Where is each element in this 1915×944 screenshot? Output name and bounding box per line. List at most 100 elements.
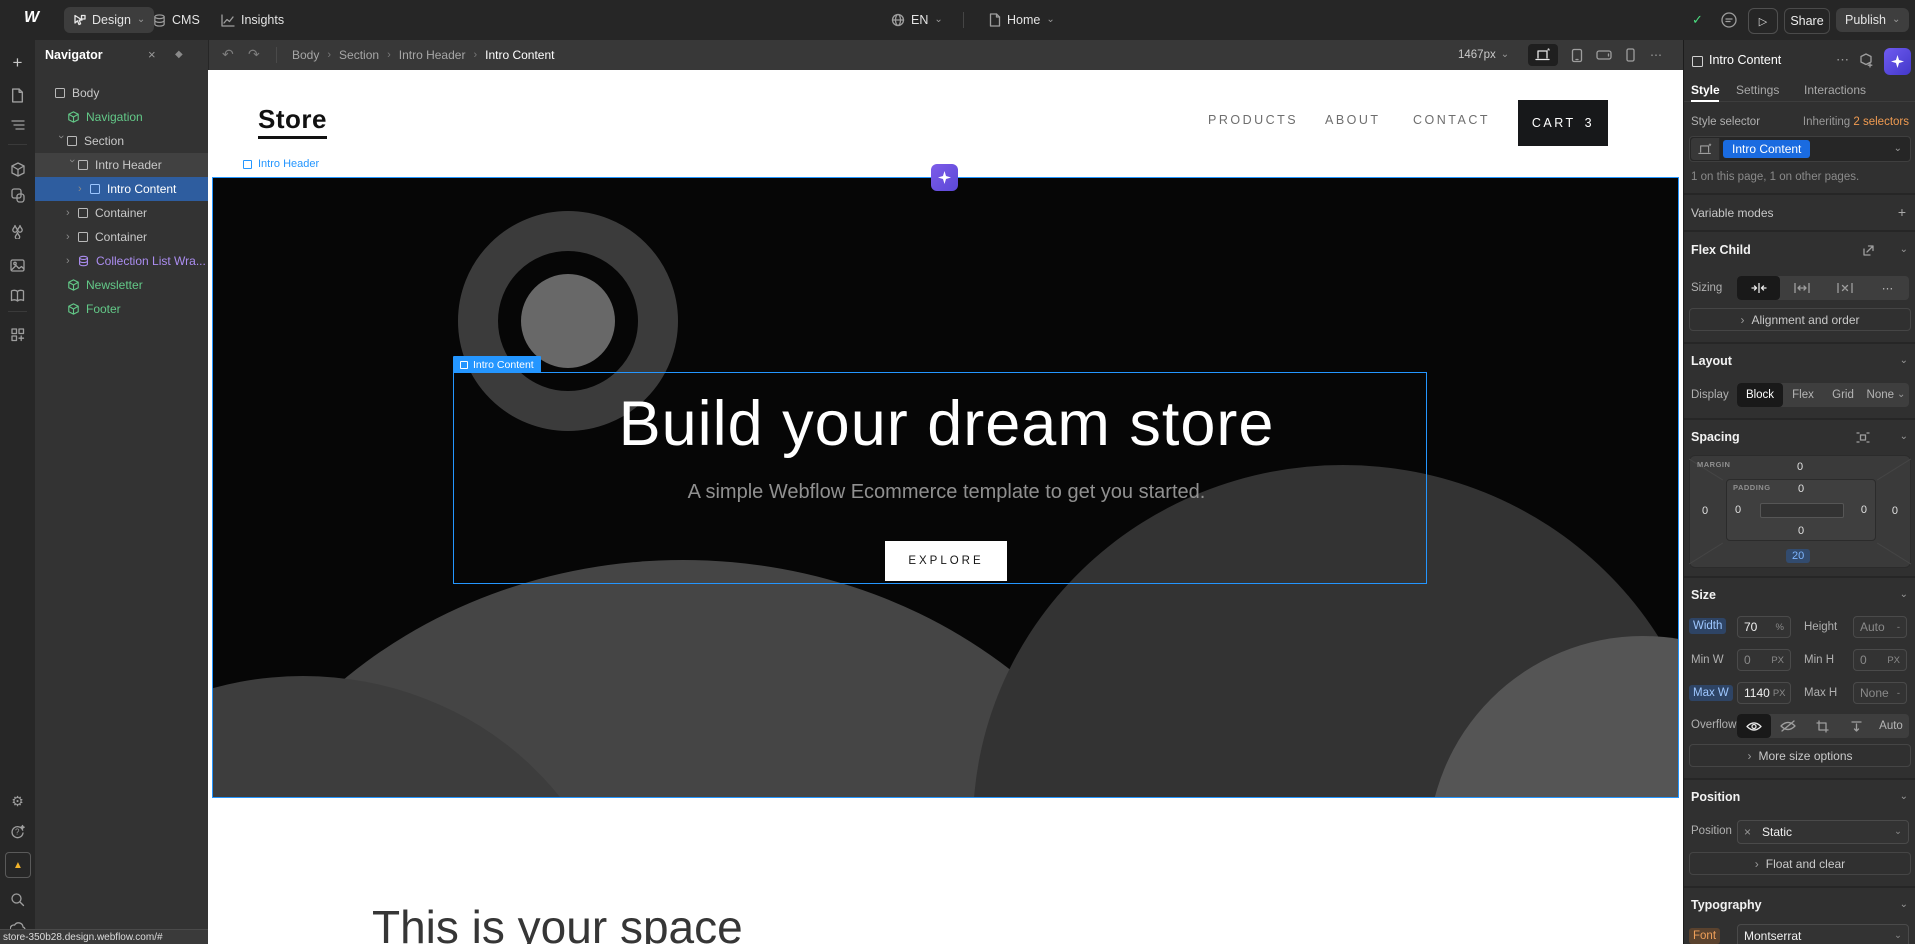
margin-top-value[interactable]: 0 [1690,461,1910,473]
chevron-down-icon[interactable]: ⌄ [1900,590,1908,600]
locale-switcher[interactable]: EN ⌄ [882,7,952,33]
hero-title[interactable]: Build your dream store [213,388,1679,460]
spacing-settings-icon[interactable] [1856,431,1870,444]
caret-collapsed-icon[interactable]: › [66,207,78,219]
width-input[interactable]: 70% [1737,616,1791,638]
section-heading[interactable]: This is your space [372,900,743,944]
select-parent-icon[interactable] [1862,244,1875,257]
navigator-icon[interactable] [0,114,35,136]
assets-icon[interactable] [0,254,35,276]
clear-icon[interactable]: × [1744,825,1751,839]
overflow-hidden-button[interactable] [1771,714,1805,738]
width-unit[interactable]: % [1776,622,1784,633]
webflow-logo[interactable]: W [24,9,39,27]
height-unit[interactable]: - [1897,622,1900,633]
padding-bottom-value[interactable]: 0 [1727,525,1875,537]
comments-button[interactable] [1720,11,1738,29]
tab-interactions[interactable]: Interactions [1804,83,1866,97]
caret-collapsed-icon[interactable]: › [66,231,78,243]
float-clear-expander[interactable]: › Float and clear [1689,852,1911,875]
navigator-item-section[interactable]: › Section [35,129,228,153]
max-height-input[interactable]: None- [1853,682,1907,704]
alignment-order-expander[interactable]: › Alignment and order [1689,308,1911,331]
inheriting-selectors[interactable]: Inheriting 2 selectors [1803,116,1909,128]
zoom-search-icon[interactable] [0,888,35,910]
caret-expanded-icon[interactable]: › [55,135,67,147]
add-elements-icon[interactable]: + [0,52,35,74]
position-dropdown[interactable]: × Static ⌄ [1737,820,1909,844]
max-width-unit[interactable]: PX [1773,688,1786,699]
navigator-item-body[interactable]: Body [35,81,228,105]
create-component-icon[interactable] [1859,53,1874,68]
max-height-unit[interactable]: - [1897,688,1900,699]
preview-button[interactable]: ▷ [1748,8,1778,34]
cms-button[interactable]: CMS [144,7,209,33]
overflow-visible-button[interactable] [1737,714,1771,738]
padding-top-value[interactable]: 0 [1727,483,1875,495]
min-height-unit[interactable]: PX [1887,655,1900,666]
chevron-down-icon[interactable]: ⌄ [1900,245,1908,255]
settings-gear-icon[interactable]: ⚙ [0,790,35,812]
display-flex-button[interactable]: Flex [1783,383,1823,407]
chevron-down-icon[interactable]: ⌄ [1900,792,1908,802]
help-icon[interactable]: ? [0,820,35,842]
breakpoint-phone-button[interactable] [1618,44,1642,66]
chevron-down-icon[interactable]: ⌄ [1900,356,1908,366]
add-variable-mode-icon[interactable]: + [1898,204,1906,220]
page-switcher[interactable]: Home ⌄ [980,7,1064,33]
ai-assistant-button[interactable] [1884,48,1911,75]
intro-content-selection-badge[interactable]: Intro Content [453,356,541,373]
caret-collapsed-icon[interactable]: › [66,255,78,267]
sizing-more-button[interactable]: ⋯ [1866,276,1909,300]
padding-right-value[interactable]: 0 [1861,504,1867,516]
caret-expanded-icon[interactable]: › [66,159,78,171]
caret-collapsed-icon[interactable]: › [78,183,90,195]
overflow-scroll-button[interactable] [1839,714,1873,738]
cart-button[interactable]: CART 3 [1518,100,1608,146]
breadcrumb-intro-header[interactable]: Intro Header [399,48,466,62]
apps-icon[interactable] [0,324,35,346]
min-height-input[interactable]: 0PX [1853,649,1907,671]
margin-bottom-value[interactable]: 20 [1786,549,1810,563]
overflow-clip-button[interactable] [1805,714,1839,738]
libraries-icon[interactable] [0,284,35,306]
more-size-options-expander[interactable]: › More size options [1689,744,1911,767]
breadcrumb-section[interactable]: Section [339,48,379,62]
min-width-unit[interactable]: PX [1771,655,1784,666]
breadcrumb-body[interactable]: Body [292,48,319,62]
chevron-down-icon[interactable]: ⌄ [1900,432,1908,442]
store-logo[interactable]: Store [258,104,327,139]
tab-style[interactable]: Style [1691,83,1720,97]
sizing-fixed-button[interactable] [1823,276,1866,300]
breadcrumb-intro-content[interactable]: Intro Content [485,48,554,62]
breakpoint-desktop-button[interactable]: * [1528,44,1558,66]
breakpoint-tablet-button[interactable] [1564,44,1590,66]
redo-icon[interactable]: ↷ [248,46,260,63]
chevron-down-icon[interactable]: ⌄ [1900,900,1908,910]
nav-link-contact[interactable]: CONTACT [1413,113,1490,127]
explore-button[interactable]: EXPLORE [885,541,1007,581]
style-panel-icon[interactable] [0,184,35,206]
pages-icon[interactable] [0,84,35,106]
close-icon[interactable]: × [148,47,156,62]
breakpoint-more-button[interactable]: ⋯ [1644,44,1668,66]
overflow-auto-button[interactable]: Auto [1873,714,1909,738]
canvas-width-control[interactable]: 1467px ⌄ [1458,40,1509,70]
nav-link-about[interactable]: ABOUT [1325,113,1381,127]
undo-icon[interactable]: ↶ [222,46,234,63]
status-warning-icon[interactable]: ▲ [5,852,31,878]
display-grid-button[interactable]: Grid [1823,383,1863,407]
breakpoint-phone-landscape-button[interactable] [1590,44,1618,66]
height-input[interactable]: Auto- [1853,616,1907,638]
element-more-icon[interactable]: ⋯ [1836,52,1849,68]
sizing-grow-button[interactable] [1780,276,1823,300]
share-button[interactable]: Share [1784,8,1830,34]
intro-header-section[interactable]: Intro Content Build your dream store A s… [212,177,1679,798]
intro-header-selection-label[interactable]: Intro Header [243,158,319,170]
class-chip[interactable]: Intro Content [1723,140,1810,158]
margin-left-value[interactable]: 0 [1702,505,1708,517]
design-mode-button[interactable]: Design ⌄ [64,7,154,33]
display-block-button[interactable]: Block [1737,383,1783,407]
pin-icon[interactable]: ◆ [175,49,183,60]
hero-subtitle[interactable]: A simple Webflow Ecommerce template to g… [213,481,1679,504]
